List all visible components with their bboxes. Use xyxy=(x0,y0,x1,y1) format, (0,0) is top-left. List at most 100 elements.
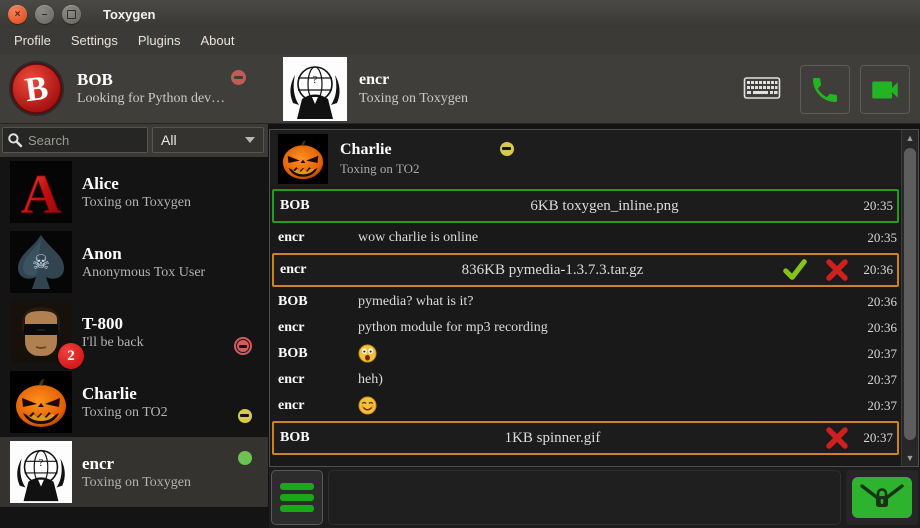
contact-name: Charlie xyxy=(82,383,254,404)
message-time: 20:37 xyxy=(853,372,897,388)
contact-row-charlie[interactable]: Charlie Toxing on TO2 xyxy=(0,367,268,437)
window-maximize-button[interactable] xyxy=(62,5,81,24)
window-minimize-button[interactable]: – xyxy=(35,5,54,24)
video-call-button[interactable] xyxy=(860,65,910,114)
checkmark-icon xyxy=(783,258,807,282)
contact-status-message: I'll be back xyxy=(82,334,250,352)
away-status-icon xyxy=(238,409,252,423)
contact-status-message: Toxing on Toxygen xyxy=(82,474,268,492)
chevron-down-icon xyxy=(245,137,255,143)
message-input[interactable] xyxy=(328,470,841,525)
file-transfer-label: 6KB toxygen_inline.png xyxy=(360,198,849,215)
self-busy-status-icon[interactable] xyxy=(231,70,246,85)
file-transfer-row: BOB 6KB toxygen_inline.png 20:35 xyxy=(272,189,899,223)
file-transfer-row: BOB 1KB spinner.gif 20:37 xyxy=(272,421,899,455)
message-author: BOB xyxy=(278,346,358,362)
phone-icon xyxy=(809,74,841,106)
contact-row-anon[interactable]: Anon Anonymous Tox User xyxy=(0,227,268,297)
unread-count-badge: 2 xyxy=(58,343,84,369)
file-transfer-label: 836KB pymedia-1.3.7.3.tar.gz xyxy=(360,262,745,279)
contact-status-message: Toxing on Toxygen xyxy=(82,194,268,212)
decline-transfer-button[interactable] xyxy=(825,258,849,282)
message-text: heh) xyxy=(358,372,853,388)
charlie-avatar xyxy=(278,134,328,184)
contact-list: Alice Toxing on Toxygen Anon Anonymous T… xyxy=(0,157,268,528)
charlie-avatar xyxy=(10,371,72,433)
menu-settings[interactable]: Settings xyxy=(61,28,128,54)
search-row: All xyxy=(0,124,268,157)
scroll-down-arrow[interactable]: ▼ xyxy=(902,450,918,466)
contact-row-t800[interactable]: 2 T-800 I'll be back xyxy=(0,297,268,367)
message-time: 20:37 xyxy=(849,430,893,446)
self-avatar[interactable] xyxy=(8,60,65,117)
composer-bar xyxy=(269,467,920,528)
peer-avatar xyxy=(283,57,347,121)
contact-name: T-800 xyxy=(82,313,250,334)
message-row: BOB pymedia? what is it? 20:36 xyxy=(270,289,901,315)
message-time: 20:37 xyxy=(853,398,897,414)
audio-call-button[interactable] xyxy=(800,65,850,114)
menubar: Profile Settings Plugins About xyxy=(0,28,920,54)
message-time: 20:35 xyxy=(853,230,897,246)
online-status-icon xyxy=(238,451,252,465)
menu-plugins[interactable]: Plugins xyxy=(128,28,191,54)
message-row: encr heh) 20:37 xyxy=(270,367,901,393)
file-transfer-label: 1KB spinner.gif xyxy=(360,430,745,447)
message-row: encr python module for mp3 recording 20:… xyxy=(270,315,901,341)
message-text: python module for mp3 recording xyxy=(358,320,853,336)
cross-icon xyxy=(825,258,849,282)
busy-status-icon xyxy=(234,337,252,355)
message-time: 20:36 xyxy=(853,320,897,336)
chat-header-name: Charlie xyxy=(340,139,901,160)
contact-name: Alice xyxy=(82,173,268,194)
message-text: wow charlie is online xyxy=(358,230,853,246)
contact-row-alice[interactable]: Alice Toxing on Toxygen xyxy=(0,157,268,227)
message-time: 20:36 xyxy=(853,294,897,310)
shocked-emoji-icon xyxy=(358,344,853,364)
search-box xyxy=(2,127,148,153)
message-time: 20:35 xyxy=(849,198,893,214)
self-status-message: Looking for Python dev… xyxy=(77,90,225,108)
message-time: 20:37 xyxy=(853,346,897,362)
self-name: BOB xyxy=(77,70,225,90)
message-author: encr xyxy=(278,398,358,414)
anon-avatar xyxy=(10,231,72,293)
contact-filter-value: All xyxy=(161,132,245,148)
active-chat-peer: encr Toxing on Toxygen xyxy=(283,57,468,121)
video-camera-icon xyxy=(868,73,902,107)
chat-history-panel: Charlie Toxing on TO2 BOB 6KB toxygen_in… xyxy=(269,129,919,467)
message-row: encr wow charlie is online 20:35 xyxy=(270,225,901,251)
chat-header-status-message: Toxing on TO2 xyxy=(340,160,901,178)
smile-emoji-icon xyxy=(358,396,853,416)
message-text: pymedia? what is it? xyxy=(358,294,853,310)
message-author: BOB xyxy=(280,198,360,214)
message-time: 20:36 xyxy=(849,262,893,278)
window-close-button[interactable]: × xyxy=(8,5,27,24)
search-input[interactable] xyxy=(26,132,140,149)
message-row: BOB 20:37 xyxy=(270,341,901,367)
cross-icon xyxy=(825,426,849,450)
message-author: BOB xyxy=(280,430,360,446)
contact-status-message: Toxing on TO2 xyxy=(82,404,254,422)
send-message-button[interactable] xyxy=(846,470,918,525)
menu-profile[interactable]: Profile xyxy=(4,28,61,54)
chat-header-contact-card: Charlie Toxing on TO2 xyxy=(270,130,901,187)
alice-avatar xyxy=(10,161,72,223)
contact-row-encr[interactable]: encr Toxing on Toxygen xyxy=(0,437,268,507)
scrollbar-thumb[interactable] xyxy=(904,148,916,440)
menu-about[interactable]: About xyxy=(190,28,244,54)
peer-status-message: Toxing on Toxygen xyxy=(359,90,468,108)
accept-transfer-button[interactable] xyxy=(783,258,807,282)
hamburger-icon xyxy=(280,483,314,490)
toxygen-window: × – Toxygen Profile Settings Plugins Abo… xyxy=(0,0,920,528)
chat-scrollbar[interactable]: ▲ ▼ xyxy=(901,130,918,466)
message-row: encr 20:37 xyxy=(270,393,901,419)
scroll-up-arrow[interactable]: ▲ xyxy=(902,130,918,146)
contact-filter-dropdown[interactable]: All xyxy=(152,127,264,153)
keyboard-icon[interactable] xyxy=(742,76,782,102)
chat-menu-button[interactable] xyxy=(271,470,323,525)
cancel-transfer-button[interactable] xyxy=(825,426,849,450)
titlebar: × – Toxygen xyxy=(0,0,920,28)
message-author: encr xyxy=(278,320,358,336)
window-title: Toxygen xyxy=(103,7,156,22)
